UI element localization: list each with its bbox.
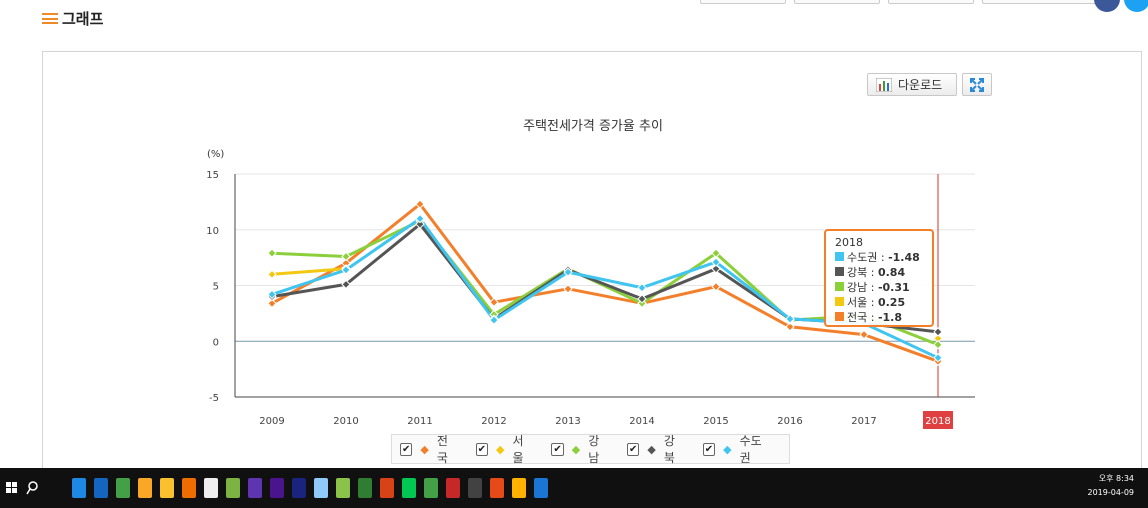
app-icon[interactable]: [468, 478, 482, 498]
x-tick-label: 2016: [777, 416, 802, 427]
app-icon[interactable]: [336, 478, 350, 498]
y-tick-label: 0: [213, 337, 219, 348]
top-button[interactable]: [794, 0, 880, 4]
tooltip-swatch: [835, 252, 844, 261]
x-tick-label: 2014: [629, 416, 654, 427]
y-tick-label: 5: [213, 282, 219, 293]
y-tick-label: -5: [209, 393, 219, 404]
legend-checkbox[interactable]: ✔: [400, 442, 413, 456]
app-icon[interactable]: [490, 478, 504, 498]
chart-title: 주택전세가격 증가율 추이: [523, 119, 663, 134]
legend-item[interactable]: ✔ ◆ 강북: [627, 432, 685, 466]
tooltip-swatch: [835, 297, 844, 306]
legend-item[interactable]: ✔ ◆ 강남: [551, 432, 609, 466]
clock-date: 2019-04-09: [1087, 488, 1135, 497]
section-header: 그래프: [42, 8, 103, 29]
data-point[interactable]: [859, 329, 869, 340]
legend-checkbox[interactable]: ✔: [551, 442, 564, 456]
x-tick-label: 2017: [851, 416, 876, 427]
app-icon[interactable]: [402, 478, 416, 498]
legend-marker: ◆: [496, 442, 505, 456]
tooltip-row: 서울 : 0.25: [847, 296, 905, 309]
chrome-icon[interactable]: [116, 478, 130, 498]
app-icon[interactable]: [314, 478, 328, 498]
x-tick-label: 2011: [407, 416, 432, 427]
legend-label: 강북: [663, 434, 675, 465]
windows-start-icon[interactable]: [6, 482, 18, 494]
legend-label: 수도권: [739, 434, 762, 465]
x-tick-label: 2009: [259, 416, 284, 427]
x-tick-label: 2018: [925, 416, 950, 427]
legend-marker: ◆: [420, 442, 429, 456]
section-title: 그래프: [62, 10, 104, 28]
clock-time: 오후 8:34: [1098, 474, 1134, 483]
list-icon: [42, 13, 58, 24]
chart-legend: ✔ ◆ 전국 ✔ ◆ 서울 ✔ ◆ 강남 ✔ ◆ 강북 ✔ ◆ 수도권: [391, 432, 790, 466]
data-point[interactable]: [563, 284, 573, 294]
line-chart: 주택전세가격 증가율 추이 (%) 15 10 5 0 -5 2009 2010 2011 2…: [206, 119, 975, 429]
photoshop-icon[interactable]: [292, 478, 306, 498]
y-tick-label: 15: [206, 170, 219, 181]
taskbar: 오후 8:34 2019-04-09: [0, 468, 1148, 508]
tooltip-swatch: [835, 312, 844, 321]
top-toolbar: [700, 0, 1100, 4]
legend-label: 서울: [512, 434, 524, 465]
premiere-icon[interactable]: [270, 478, 284, 498]
legend-checkbox[interactable]: ✔: [627, 442, 640, 456]
tooltip-row: 전국 : -1.8: [847, 311, 902, 324]
tooltip-row: 강남 : -0.31: [847, 281, 910, 294]
x-tick-label: 2015: [703, 416, 728, 427]
filezilla-icon[interactable]: [446, 478, 460, 498]
legend-item[interactable]: ✔ ◆ 전국: [400, 432, 458, 466]
app-icon[interactable]: [534, 478, 548, 498]
powerpoint-icon[interactable]: [380, 478, 394, 498]
clock[interactable]: 오후 8:34 2019-04-09: [1088, 472, 1135, 500]
data-point[interactable]: [637, 283, 647, 293]
y-tick-label: 10: [206, 226, 219, 237]
x-tick-label: 2012: [481, 416, 506, 427]
app-icon[interactable]: [248, 478, 262, 498]
legend-checkbox[interactable]: ✔: [475, 442, 489, 456]
ie-icon[interactable]: [94, 478, 108, 498]
tooltip-swatch: [835, 282, 844, 291]
data-point[interactable]: [267, 248, 277, 258]
app-icon[interactable]: [182, 478, 196, 498]
legend-marker: ◆: [723, 442, 732, 456]
x-tick-label: 2013: [555, 416, 580, 427]
app-icon[interactable]: [424, 478, 438, 498]
app-icon[interactable]: [226, 478, 240, 498]
legend-checkbox[interactable]: ✔: [702, 442, 716, 456]
data-point[interactable]: [933, 327, 943, 337]
twitter-share-icon[interactable]: [1124, 0, 1148, 12]
y-axis-label: (%): [207, 149, 224, 160]
search-icon[interactable]: [26, 481, 38, 495]
top-button[interactable]: [888, 0, 974, 4]
chart-panel: 다운로드 주택전세가격 증가율 추이 (%) 15 10 5 0 -5 2009 2010…: [42, 51, 1142, 483]
app-icon[interactable]: [512, 478, 526, 498]
tooltip-row: 수도권 : -1.48: [847, 251, 920, 264]
top-button[interactable]: [982, 0, 1100, 4]
tooltip-swatch: [835, 267, 844, 276]
x-tick-label: 2010: [333, 416, 358, 427]
legend-item[interactable]: ✔ ◆ 수도권: [702, 432, 771, 466]
data-point[interactable]: [267, 269, 277, 280]
folder-icon[interactable]: [138, 478, 152, 498]
edge-icon[interactable]: [72, 478, 86, 498]
legend-label: 전국: [436, 434, 448, 465]
legend-marker: ◆: [571, 442, 581, 456]
legend-item[interactable]: ✔ ◆ 서울: [475, 432, 534, 466]
facebook-share-icon[interactable]: [1094, 0, 1120, 12]
data-point[interactable]: [933, 339, 943, 350]
top-button[interactable]: [700, 0, 786, 4]
legend-label: 강남: [588, 434, 600, 465]
tooltip-row: 강북 : 0.84: [847, 266, 905, 279]
excel-icon[interactable]: [358, 478, 372, 498]
store-icon[interactable]: [160, 478, 174, 498]
tooltip-title: 2018: [835, 236, 863, 249]
legend-marker: ◆: [647, 442, 656, 456]
mail-icon[interactable]: [204, 478, 218, 498]
